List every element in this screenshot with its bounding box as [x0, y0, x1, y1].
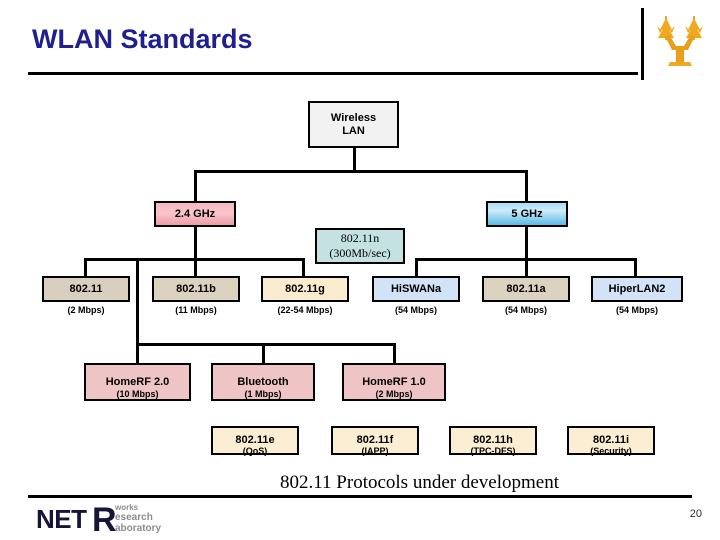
node-label: 802.11f	[356, 434, 394, 447]
node-label: 802.11e	[235, 434, 275, 447]
connector-band-left	[194, 170, 197, 201]
node-802-11e-rate: (QoS)	[242, 446, 268, 456]
tree-logo-icon	[657, 16, 703, 66]
node-hiswana-rate: (54 Mbps)	[394, 305, 437, 315]
connector-band-right	[525, 170, 528, 201]
node-802-11-rate: (2 Mbps)	[67, 305, 105, 315]
netr-logo-research: esearch	[115, 512, 153, 523]
connector-home-drop-1	[262, 343, 265, 363]
netr-lab-logo: NET R works esearch aboratory	[36, 501, 216, 539]
node-802-11n[interactable]: 802.11n (300Mb/sec)	[315, 228, 405, 264]
node-hiperlan2-rate: (54 Mbps)	[615, 305, 658, 315]
node-802-11h-rate: (TPC-DFS)	[470, 446, 516, 456]
node-802-11f-rate: (IAPP)	[361, 446, 389, 456]
header-vertical-divider	[641, 8, 644, 80]
netr-logo-r: R	[92, 501, 117, 539]
node-wireless-lan[interactable]: Wireless LAN	[308, 101, 399, 148]
connector-24-drop-2	[194, 258, 197, 276]
node-label: 2.4 GHz	[174, 207, 216, 220]
node-802-11a-rate: (54 Mbps)	[504, 305, 547, 315]
node-bluetooth-rate: (1 Mbps)	[244, 389, 282, 399]
node-802-11g[interactable]: 802.11g	[261, 276, 349, 302]
node-homerf-10-rate: (2 Mbps)	[375, 389, 413, 399]
connector-80211-stem	[136, 258, 139, 365]
node-802-11b[interactable]: 802.11b	[152, 276, 240, 302]
node-label: Bluetooth	[237, 375, 289, 388]
node-label: 802.11b	[176, 282, 216, 295]
node-label: 5 GHz	[511, 207, 543, 220]
node-label: 802.11h	[473, 434, 513, 447]
connector-24-drop-1	[84, 258, 87, 276]
node-802-11a[interactable]: 802.11a	[482, 276, 570, 302]
node-band-5ghz[interactable]: 5 GHz	[486, 201, 568, 227]
node-band-24ghz[interactable]: 2.4 GHz	[154, 201, 236, 227]
node-label: HiperLAN2	[608, 282, 666, 295]
node-802-11[interactable]: 802.11	[42, 276, 130, 302]
node-802-11g-rate: (22-54 Mbps)	[277, 305, 333, 315]
node-line1: Wireless	[330, 112, 377, 125]
connector-5-drop-1	[415, 258, 418, 276]
footer-divider	[28, 495, 692, 498]
node-homerf-20-rate: (10 Mbps)	[116, 389, 159, 399]
connector-5-drop-2	[525, 258, 528, 276]
page-title: WLAN Standards	[32, 24, 253, 54]
slide-canvas: WLAN Standards Wireless LAN 2.4 GHz 5 GH…	[0, 0, 720, 540]
connector-band-bar	[194, 170, 528, 173]
node-label: 802.11g	[285, 282, 325, 295]
node-label: HomeRF 1.0	[362, 375, 426, 388]
netr-logo-works: works	[115, 503, 139, 512]
netr-logo-laboratory: aboratory	[115, 523, 162, 534]
node-line2: LAN	[342, 124, 365, 137]
node-label: 802.11a	[506, 282, 546, 295]
page-number: 20	[689, 508, 702, 520]
node-802-11b-rate: (11 Mbps)	[175, 305, 217, 315]
node-802-11i-rate: (Security)	[590, 446, 632, 456]
node-hiswana[interactable]: HiSWANa	[372, 276, 460, 302]
diagram-caption: 802.11 Protocols under development	[280, 472, 559, 493]
connector-24-drop-3	[302, 258, 305, 276]
connector-home-bar	[136, 343, 396, 346]
connector-5-drop-3	[634, 258, 637, 276]
node-label: HiSWANa	[390, 282, 442, 295]
node-line2: (300Mb/sec)	[329, 246, 391, 260]
netr-logo-net: NET	[36, 504, 87, 534]
node-line1: 802.11n	[340, 230, 380, 245]
node-label: 802.11	[69, 282, 103, 295]
connector-root-stem	[353, 148, 356, 172]
node-hiperlan2[interactable]: HiperLAN2	[591, 276, 683, 302]
connector-home-drop-2	[393, 343, 396, 363]
header-divider	[28, 72, 638, 75]
node-label: HomeRF 2.0	[105, 375, 170, 388]
node-label: 802.11i	[592, 434, 630, 447]
